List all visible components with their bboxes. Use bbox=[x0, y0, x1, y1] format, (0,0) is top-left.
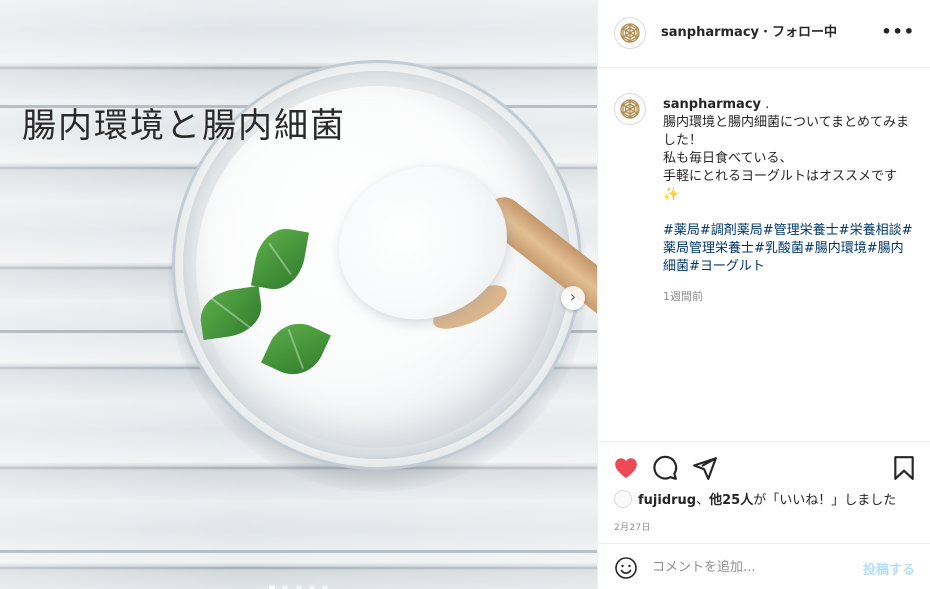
follow-status-button[interactable]: フォロー中 bbox=[772, 25, 837, 40]
caption-area: sanpharmacy . 腸内環境と腸内細菌についてまとめてみました！ 私も毎… bbox=[598, 69, 930, 441]
comment-bar: 投稿する bbox=[598, 543, 930, 589]
caption-time: 1週間前 bbox=[663, 290, 703, 303]
caption-username[interactable]: sanpharmacy bbox=[663, 97, 761, 112]
chevron-right-icon: › bbox=[569, 287, 577, 306]
post-date[interactable]: 2月27日 bbox=[614, 520, 651, 533]
carousel-dot bbox=[269, 585, 276, 589]
sanpharmacy-logo-icon bbox=[620, 23, 640, 43]
sanpharmacy-logo-icon bbox=[620, 99, 640, 119]
comment-input[interactable] bbox=[652, 556, 852, 578]
liker-username[interactable]: fujidrug bbox=[638, 493, 696, 508]
header-username[interactable]: sanpharmacy bbox=[661, 25, 759, 40]
carousel-dot bbox=[321, 585, 328, 589]
post-image[interactable]: 腸内環境と腸内細菌 › bbox=[0, 0, 597, 589]
caption: sanpharmacy . 腸内環境と腸内細菌についてまとめてみました！ 私も毎… bbox=[663, 96, 913, 306]
post-header: sanpharmacy・フォロー中 ••• bbox=[598, 0, 930, 68]
plank-seam bbox=[0, 550, 597, 553]
image-overlay-title: 腸内環境と腸内細菌 bbox=[22, 106, 346, 146]
emoji-icon[interactable] bbox=[614, 556, 638, 580]
action-bar: fujidrug、他25人が「いいね！」しました 2月27日 bbox=[598, 441, 930, 543]
bookmark-icon[interactable] bbox=[891, 455, 917, 481]
likes-others-count[interactable]: 他25人 bbox=[709, 493, 753, 508]
liker-avatar[interactable] bbox=[614, 490, 632, 508]
header-separator: ・ bbox=[759, 25, 773, 40]
avatar[interactable] bbox=[614, 17, 646, 49]
carousel-dot bbox=[295, 585, 302, 589]
heart-filled-icon[interactable] bbox=[613, 455, 639, 481]
likes-suffix: が「いいね！」しました bbox=[753, 493, 897, 508]
caption-hashtags[interactable]: #薬局#調剤薬局#管理栄養士#栄養相談#薬局管理栄養士#乳酸菌#腸内環境#腸内細… bbox=[663, 222, 913, 276]
post-comment-button[interactable]: 投稿する bbox=[863, 559, 915, 578]
caption-text: 腸内環境と腸内細菌についてまとめてみました！ 私も毎日食べている、 手軽にとれる… bbox=[663, 115, 909, 202]
more-options-icon[interactable]: ••• bbox=[881, 22, 915, 41]
header-user-line: sanpharmacy・フォロー中 bbox=[661, 24, 837, 41]
comment-icon[interactable] bbox=[652, 455, 678, 481]
carousel-next-button[interactable]: › bbox=[561, 286, 585, 310]
carousel-dot bbox=[308, 585, 315, 589]
likes-summary: fujidrug、他25人が「いいね！」しました bbox=[614, 490, 896, 510]
carousel-dots bbox=[0, 576, 597, 589]
likes-separator: 、 bbox=[696, 493, 710, 508]
post-side-panel: sanpharmacy・フォロー中 ••• sanpharmacy . 腸内環境… bbox=[597, 0, 930, 589]
caption-avatar[interactable] bbox=[614, 93, 646, 125]
send-icon[interactable] bbox=[692, 455, 718, 481]
caption-username-suffix: . bbox=[765, 97, 770, 112]
carousel-dot bbox=[282, 585, 289, 589]
